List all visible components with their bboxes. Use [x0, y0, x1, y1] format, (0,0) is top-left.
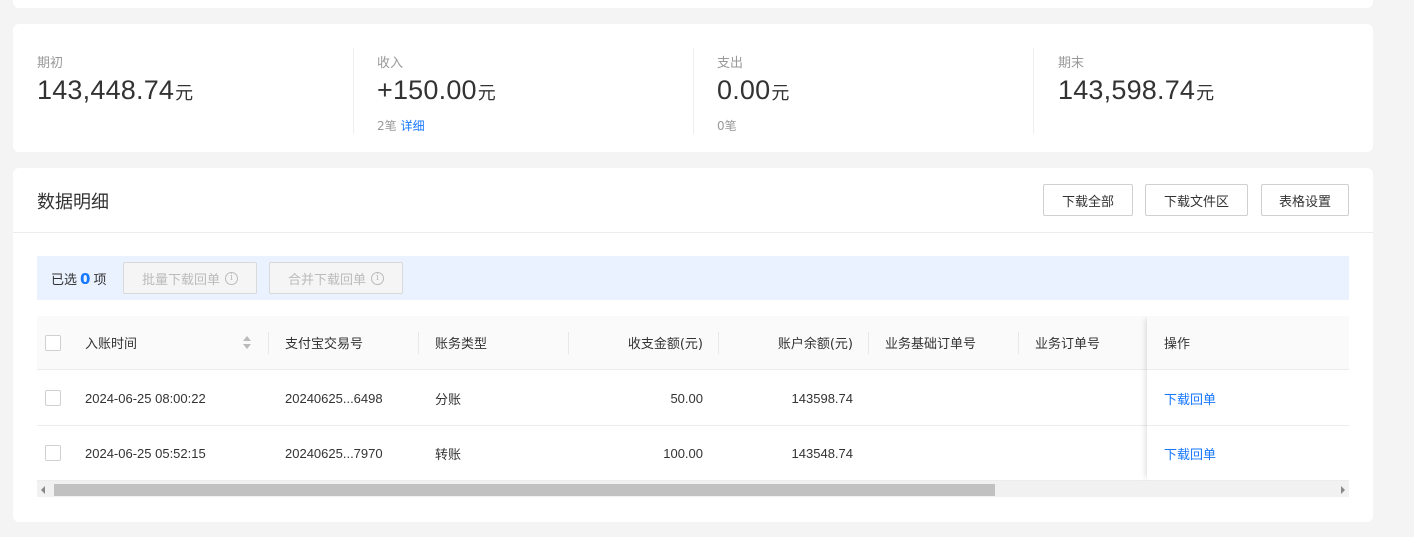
selection-count-text: 已选 0 项 — [51, 269, 106, 288]
stat-income-unit: 元 — [477, 83, 496, 104]
batch-download-label: 批量下载回单 — [141, 272, 220, 288]
stat-opening-amount: 143,448.74元 — [37, 75, 193, 106]
col-header-base-order: 业务基础订单号 — [885, 337, 977, 352]
header-divider — [13, 232, 1373, 233]
row-trade-no: 20240625...7970 — [285, 445, 383, 461]
stat-income-sub: 2笔 详细 — [377, 117, 425, 134]
action-header: 操作 — [1147, 316, 1349, 370]
stat-expense-value: 0.00 — [717, 75, 771, 105]
download-receipt-link[interactable]: 下载回单 — [1164, 426, 1216, 480]
col-header-type: 账务类型 — [435, 337, 488, 352]
row-balance: 143598.74 — [791, 390, 853, 406]
row-checkbox[interactable] — [45, 445, 61, 461]
data-table: 入账时间 支付宝交易号 账务类型 收支金额(元) 账户余额(元) 业务基础订单号… — [37, 316, 1349, 481]
col-header-action: 操作 — [1164, 337, 1191, 352]
stat-opening-label: 期初 — [37, 56, 64, 71]
row-trade-no: 20240625...6498 — [285, 390, 383, 406]
download-files-button[interactable]: 下载文件区 — [1145, 184, 1248, 216]
stat-opening-unit: 元 — [175, 83, 194, 104]
stat-expense-label: 支出 — [717, 56, 744, 71]
action-cell: 下载回单 — [1147, 371, 1349, 426]
selection-bar: 已选 0 项 批量下载回单 i 合并下载回单 i — [37, 256, 1349, 300]
divider — [693, 48, 694, 134]
selection-suffix: 项 — [93, 273, 107, 288]
download-all-button[interactable]: 下载全部 — [1043, 184, 1133, 216]
download-receipt-link[interactable]: 下载回单 — [1164, 371, 1216, 425]
stat-opening-value: 143,448.74 — [37, 75, 175, 105]
stat-income-amount: +150.00元 — [377, 75, 496, 106]
column-separator — [418, 332, 419, 354]
col-header-time: 入账时间 — [85, 337, 138, 352]
stat-income-value: +150.00 — [377, 75, 477, 105]
detail-card: 数据明细 下载全部 下载文件区 表格设置 已选 0 项 批量下载回单 i 合并下载回单… — [13, 168, 1373, 522]
info-icon: i — [371, 271, 384, 285]
fixed-action-column: 操作 下载回单 下载回单 — [1147, 316, 1349, 481]
top-card — [13, 0, 1373, 8]
stat-income-label: 收入 — [377, 56, 404, 71]
row-amount: 100.00 — [663, 445, 703, 461]
row-balance: 143548.74 — [791, 445, 853, 461]
stat-closing-amount: 143,598.74元 — [1058, 75, 1214, 106]
select-all-checkbox[interactable] — [45, 335, 61, 351]
merge-download-button[interactable]: 合并下载回单 i — [269, 262, 403, 294]
col-header-order: 业务订单号 — [1035, 337, 1101, 352]
row-type: 分账 — [435, 392, 462, 408]
row-type: 转账 — [435, 447, 462, 463]
horizontal-scrollbar[interactable] — [37, 481, 1349, 497]
stat-expense-count: 0笔 — [717, 119, 737, 133]
stat-closing-label: 期末 — [1058, 56, 1085, 71]
stat-expense-sub: 0笔 — [717, 117, 737, 134]
stat-expense-unit: 元 — [771, 83, 790, 104]
selection-count: 0 — [80, 270, 91, 288]
column-separator — [1018, 332, 1019, 354]
scrollbar-thumb[interactable] — [54, 484, 995, 496]
col-header-trade-no: 支付宝交易号 — [285, 337, 364, 352]
col-header-balance: 账户余额(元) — [777, 337, 853, 352]
row-amount: 50.00 — [670, 390, 703, 406]
column-separator — [268, 332, 269, 354]
divider — [353, 48, 354, 134]
scroll-right-arrow-icon[interactable] — [1341, 486, 1345, 494]
col-header-amount: 收支金额(元) — [627, 337, 703, 352]
column-separator — [868, 332, 869, 354]
batch-download-button[interactable]: 批量下载回单 i — [123, 262, 257, 294]
row-time: 2024-06-25 08:00:22 — [85, 390, 206, 406]
table-settings-button[interactable]: 表格设置 — [1261, 184, 1349, 216]
detail-title: 数据明细 — [37, 192, 109, 213]
sort-icon[interactable] — [243, 336, 251, 350]
income-detail-link[interactable]: 详细 — [401, 119, 425, 133]
stat-expense-amount: 0.00元 — [717, 75, 789, 106]
divider — [1033, 48, 1034, 134]
summary-card: 期初 143,448.74元 收入 +150.00元 2笔 详细 支出 0.00元… — [13, 24, 1373, 152]
stat-income-count: 2笔 — [377, 119, 397, 133]
row-checkbox[interactable] — [45, 390, 61, 406]
merge-download-label: 合并下载回单 — [287, 272, 366, 288]
selection-prefix: 已选 — [51, 273, 78, 288]
info-icon: i — [225, 271, 238, 285]
stat-closing-value: 143,598.74 — [1058, 75, 1196, 105]
scroll-left-arrow-icon[interactable] — [41, 486, 45, 494]
stat-closing-unit: 元 — [1196, 83, 1215, 104]
action-cell: 下载回单 — [1147, 426, 1349, 481]
row-time: 2024-06-25 05:52:15 — [85, 445, 206, 461]
